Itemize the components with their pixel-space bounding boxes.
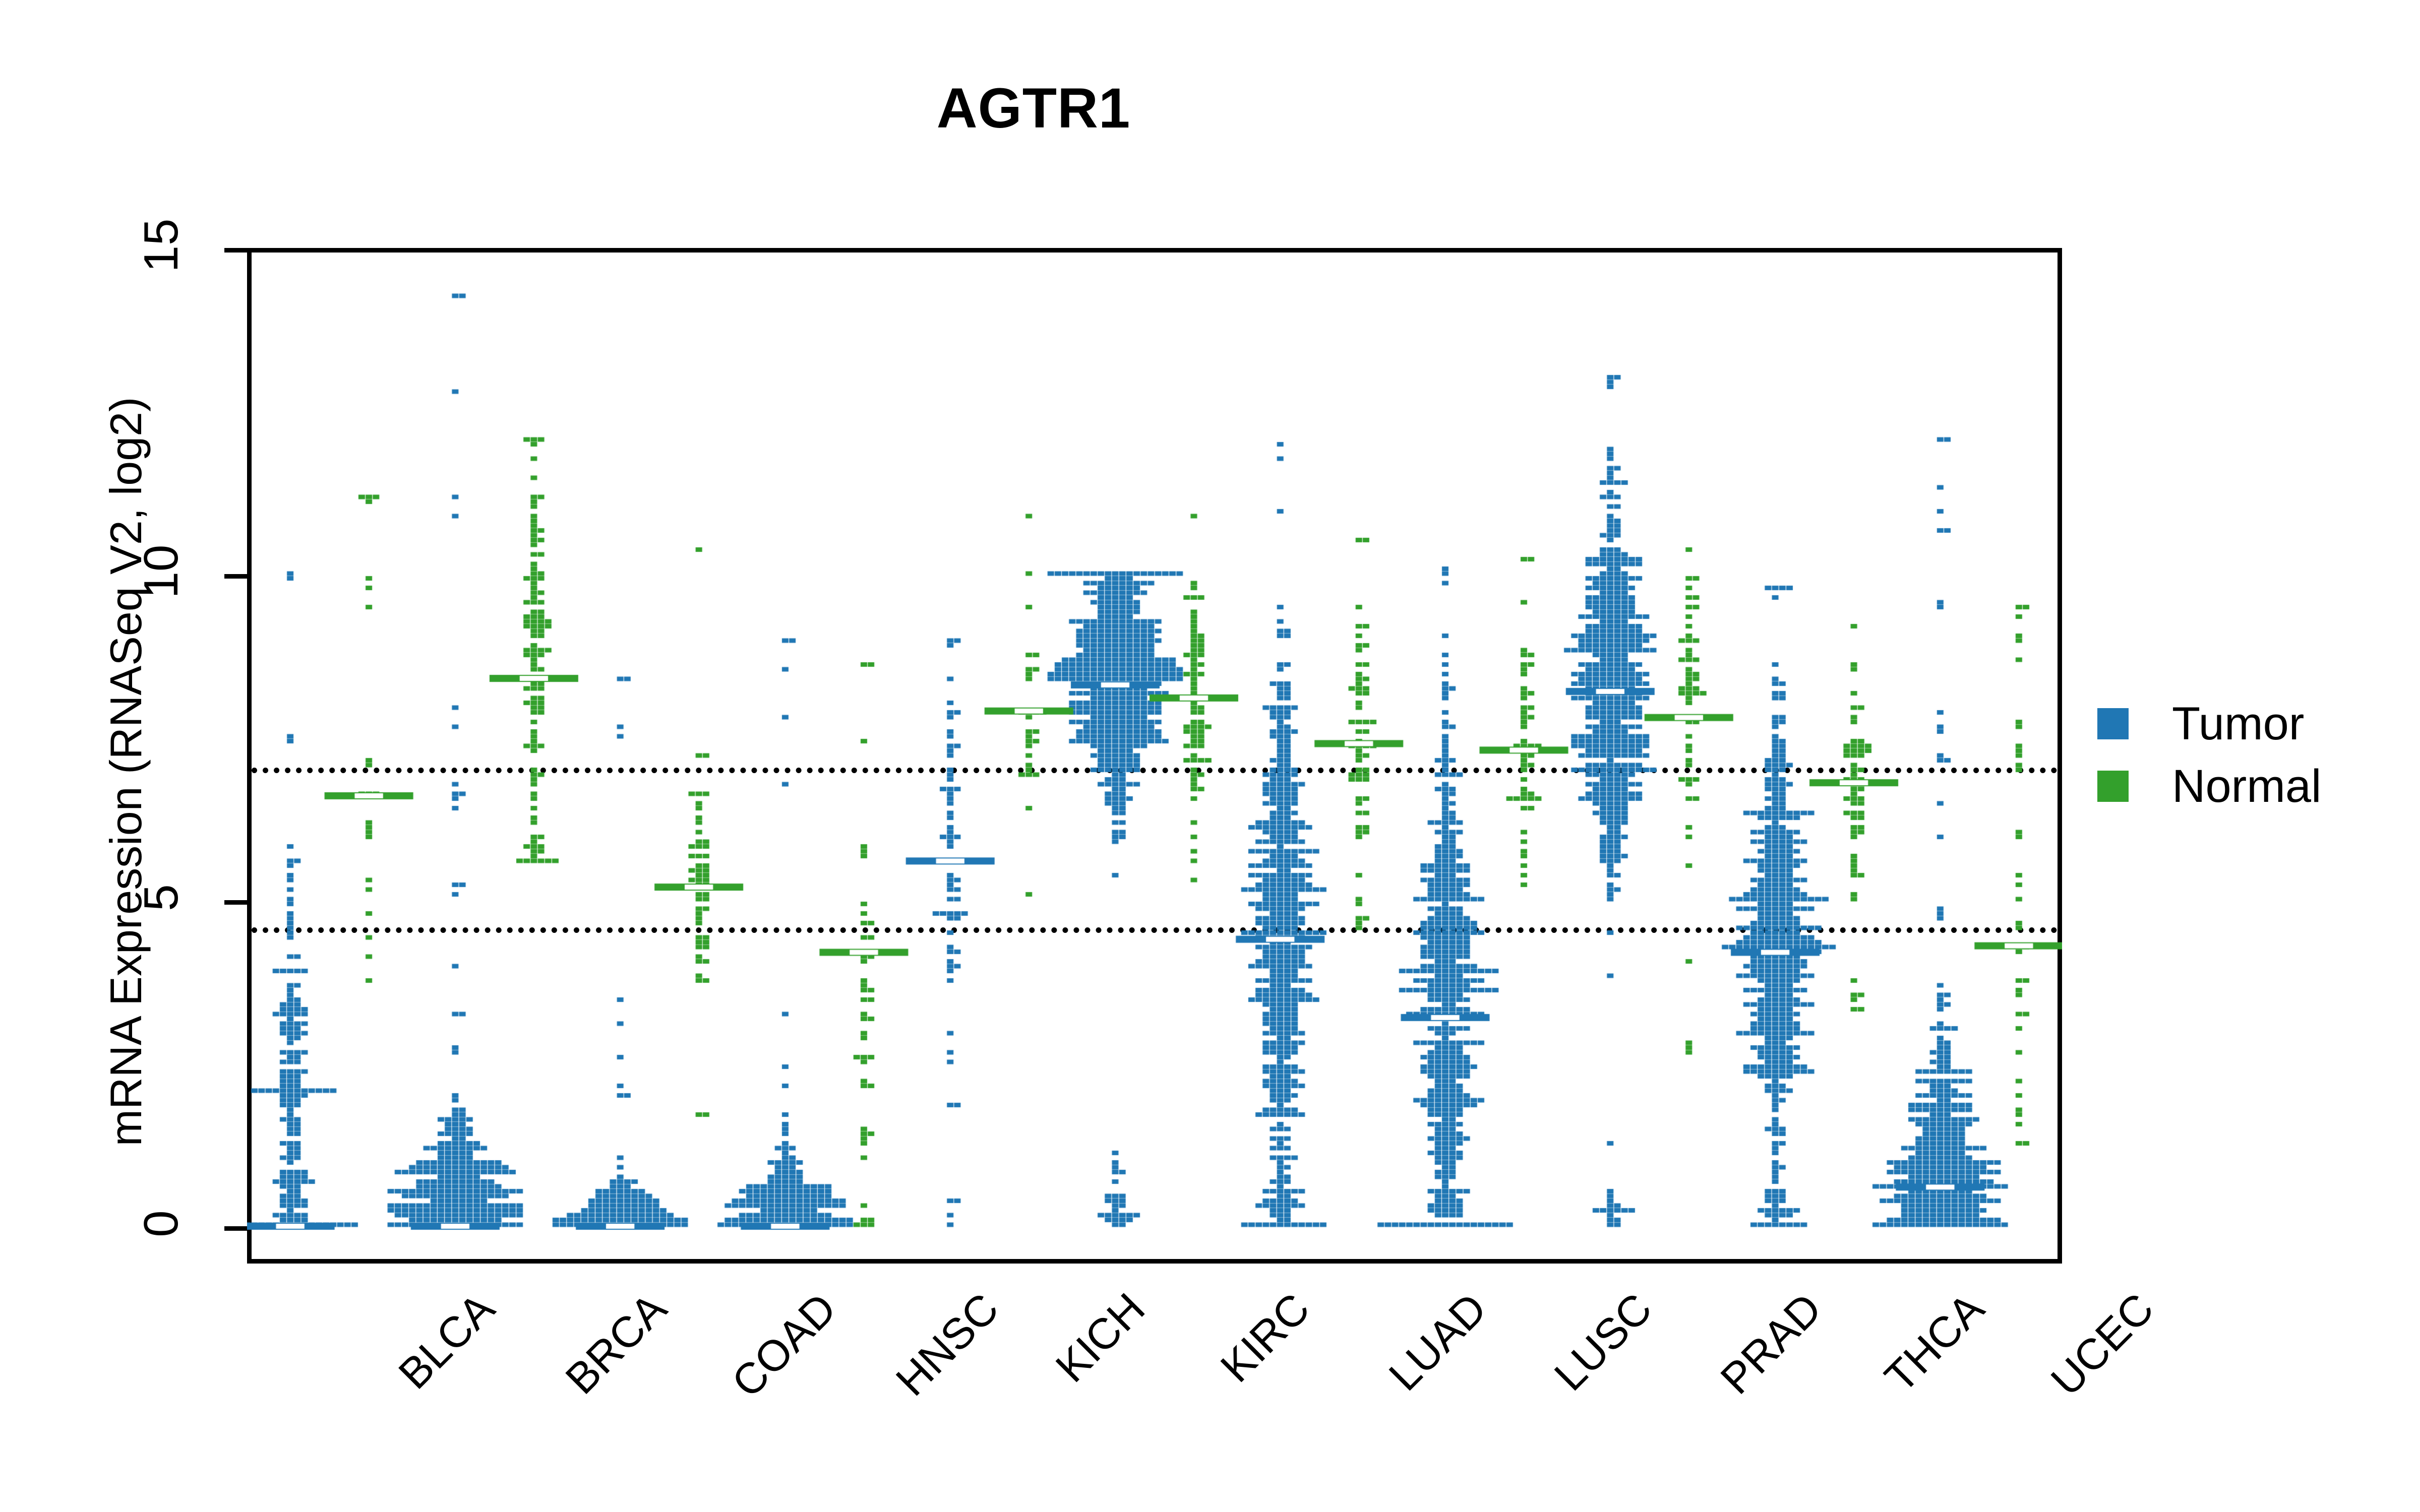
legend-label-tumor: Tumor [2172,698,2305,749]
y-tick-label: 15 [134,218,188,273]
plot-area [224,248,2062,1264]
y-tick-label: 0 [134,1210,188,1237]
x-tick-label: LUSC [1545,1284,1661,1400]
legend-label-normal: Normal [2172,761,2322,812]
chart-root: AGTR1 mRNA Expression (RNASeq V2, log2) … [0,0,2420,1512]
y-axis-title: mRNA Expression (RNASeq V2, log2) [101,397,151,1147]
x-tick-label: KICH [1046,1284,1154,1392]
legend-swatch-tumor [2097,708,2129,739]
legend-item-normal: Normal [2097,763,2321,809]
legend: Tumor Normal [2097,701,2321,826]
x-tick-label: LUAD [1380,1284,1496,1400]
legend-item-tumor: Tumor [2097,701,2321,747]
x-tick-label: HNSC [887,1284,1008,1405]
x-tick-label: UCEC [2042,1284,2163,1405]
x-tick-label: BRCA [556,1284,676,1404]
x-tick-label: BLCA [389,1284,504,1399]
page-title: AGTR1 [936,77,1131,140]
x-tick-label: THCA [1876,1284,1993,1402]
legend-swatch-normal [2097,771,2129,802]
y-tick-label: 10 [134,544,188,599]
y-tick-label: 5 [134,884,188,911]
x-tick-label: KIRC [1211,1284,1319,1392]
x-tick-label: PRAD [1711,1284,1831,1404]
beeswarm-canvas [247,248,2062,1264]
x-tick-label: COAD [722,1284,846,1407]
